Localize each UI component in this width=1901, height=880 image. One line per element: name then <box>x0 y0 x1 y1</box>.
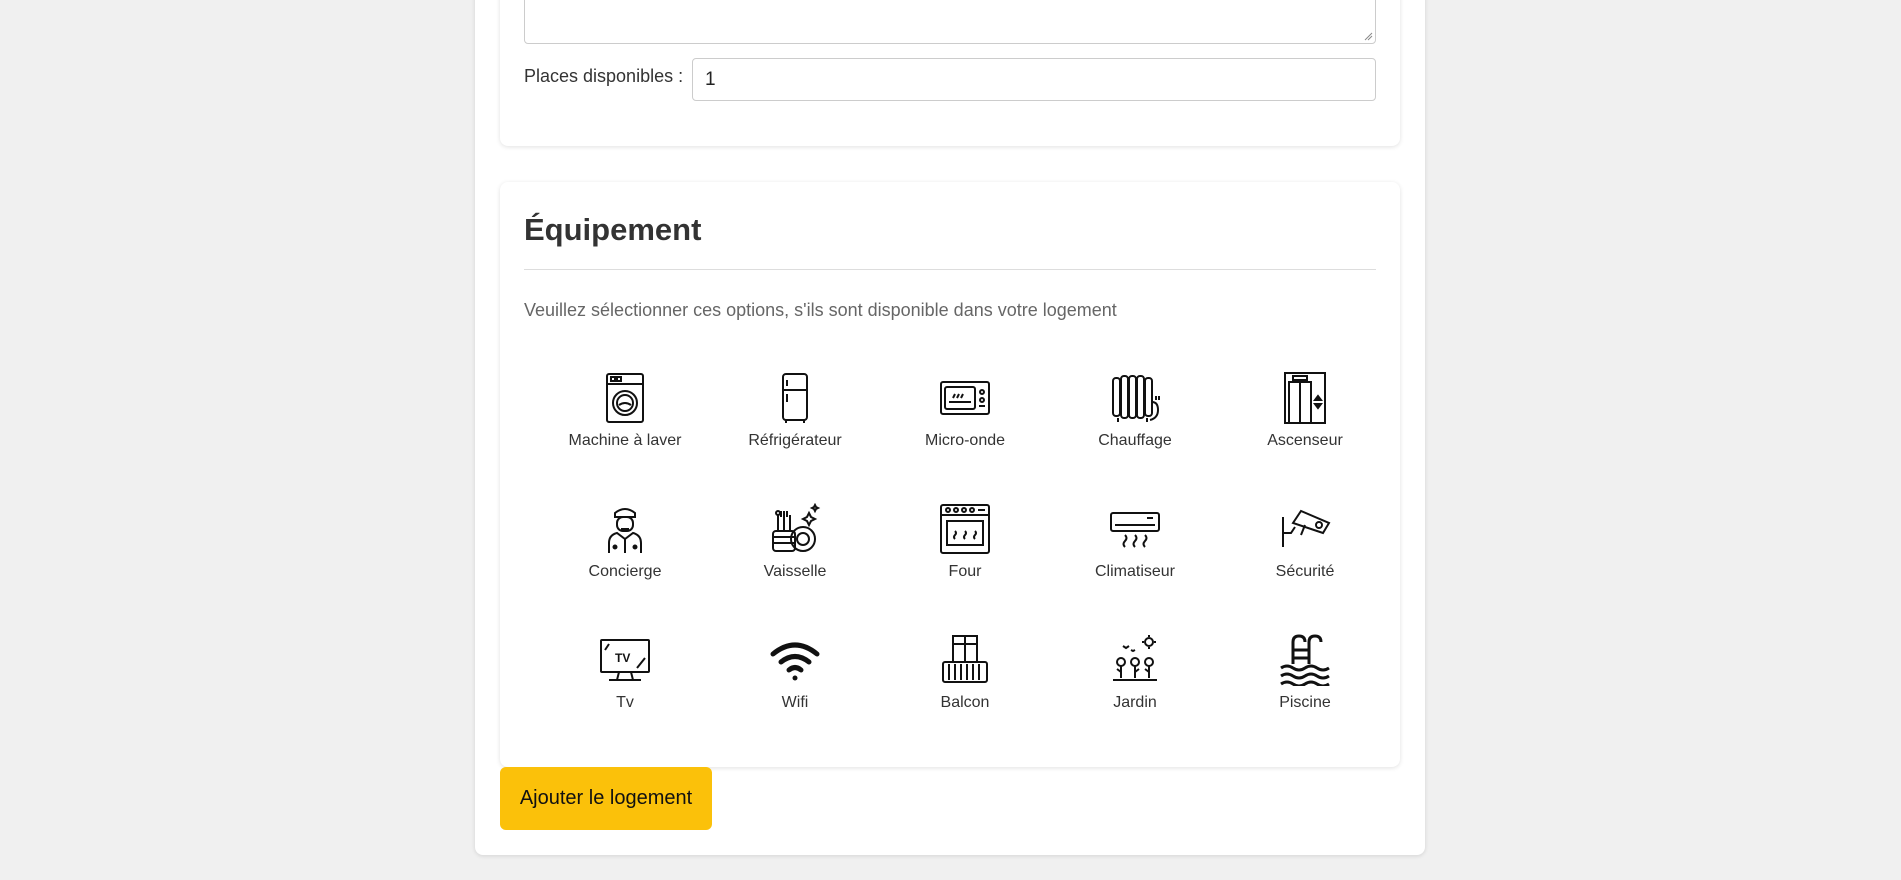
equipment-label: Climatiseur <box>1094 563 1175 580</box>
equipment-option-concierge[interactable]: Concierge <box>540 503 710 634</box>
tv-icon: TV <box>600 639 650 681</box>
radiator-icon <box>1112 375 1160 422</box>
equipment-label: Micro-onde <box>924 432 1006 449</box>
pool-icon <box>1280 634 1330 686</box>
wifi-icon <box>770 642 820 681</box>
equipment-option-refrigerateur[interactable]: Réfrigérateur <box>710 372 880 503</box>
garden-icon <box>1113 635 1157 681</box>
resize-grip-icon[interactable] <box>1364 32 1373 41</box>
elevator-icon <box>1284 372 1326 424</box>
equipment-description: Veuillez sélectionner ces options, s'ils… <box>524 300 1117 320</box>
equipment-option-climatiseur[interactable]: Climatiseur <box>1050 503 1220 634</box>
dishes-icon <box>772 503 821 552</box>
places-label: Places disponibles : <box>524 66 684 86</box>
equipment-option-four[interactable]: Four <box>880 503 1050 634</box>
equipment-label: Wifi <box>781 694 809 711</box>
equipment-label: Sécurité <box>1275 563 1335 580</box>
equipment-option-piscine[interactable]: Piscine <box>1220 634 1390 765</box>
equipment-label: Vaisselle <box>763 563 827 580</box>
equipment-card: Équipement Veuillez sélectionner ces opt… <box>500 182 1400 767</box>
equipment-label: Tv <box>616 694 634 711</box>
washing-machine-icon <box>606 373 644 423</box>
equipment-label: Balcon <box>940 694 990 711</box>
equipment-label: Four <box>948 563 982 580</box>
equipment-option-securite[interactable]: Sécurité <box>1220 503 1390 634</box>
description-textarea[interactable] <box>524 0 1376 44</box>
equipment-title: Équipement <box>524 212 702 247</box>
equipment-option-jardin[interactable]: Jardin <box>1050 634 1220 765</box>
equipment-grid: Machine à laver Réfrigérateur Micro-onde <box>540 372 1390 765</box>
equipment-label: Jardin <box>1113 694 1157 711</box>
divider <box>524 269 1376 270</box>
concierge-icon <box>608 508 642 553</box>
equipment-option-balcon[interactable]: Balcon <box>880 634 1050 765</box>
places-input[interactable] <box>692 58 1376 101</box>
add-listing-button[interactable]: Ajouter le logement <box>500 767 712 830</box>
equipment-label: Machine à laver <box>568 432 682 449</box>
equipment-option-chauffage[interactable]: Chauffage <box>1050 372 1220 503</box>
equipment-option-ascenseur[interactable]: Ascenseur <box>1220 372 1390 503</box>
equipment-option-micro-onde[interactable]: Micro-onde <box>880 372 1050 503</box>
microwave-icon <box>940 381 990 415</box>
equipment-option-wifi[interactable]: Wifi <box>710 634 880 765</box>
refrigerator-icon <box>782 373 808 423</box>
security-camera-icon <box>1282 509 1331 547</box>
equipment-option-tv[interactable]: TV Tv <box>540 634 710 765</box>
equipment-option-machine-a-laver[interactable]: Machine à laver <box>540 372 710 503</box>
oven-icon <box>940 504 990 554</box>
balcony-icon <box>942 635 988 683</box>
equipment-label: Concierge <box>588 563 662 580</box>
equipment-label: Chauffage <box>1098 432 1172 449</box>
equipment-label: Piscine <box>1279 694 1331 711</box>
equipment-option-vaisselle[interactable]: Vaisselle <box>710 503 880 634</box>
air-conditioner-icon <box>1110 512 1160 548</box>
equipment-label: Ascenseur <box>1267 432 1343 449</box>
svg-text:TV: TV <box>615 651 630 665</box>
details-card: Places disponibles : <box>500 0 1400 146</box>
equipment-label: Réfrigérateur <box>748 432 842 449</box>
